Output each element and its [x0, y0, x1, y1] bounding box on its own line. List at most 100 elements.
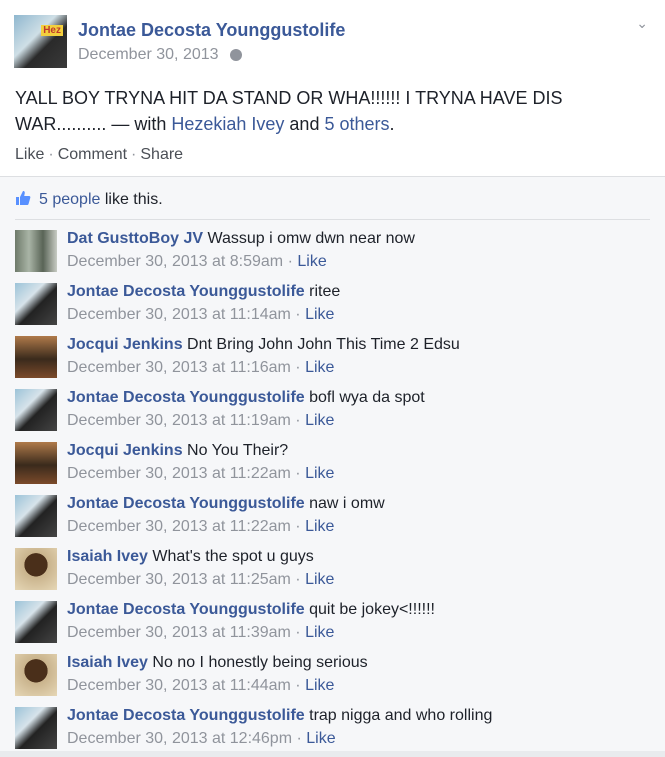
comment-text: ritee — [309, 283, 341, 300]
post-text-and: and — [284, 114, 325, 134]
commenter-name[interactable]: Isaiah Ivey — [67, 548, 148, 565]
comment-like-button[interactable]: Like — [305, 518, 334, 535]
tagged-user-link[interactable]: Hezekiah Ivey — [171, 114, 284, 134]
comment-line: Jontae Decosta Younggustolife bofl wya d… — [67, 389, 425, 407]
commenter-avatar[interactable] — [15, 601, 57, 643]
comment-like-button[interactable]: Like — [297, 253, 326, 270]
comment: Dat GusttoBoy JV Wassup i omw dwn near n… — [15, 230, 645, 280]
commenter-avatar[interactable] — [15, 654, 57, 696]
comment-like-button[interactable]: Like — [306, 730, 335, 747]
comment-text: No You Their? — [187, 442, 289, 459]
comment-text: Wassup i omw dwn near now — [207, 230, 415, 247]
comment-like-button[interactable]: Like — [305, 571, 334, 588]
commenter-avatar[interactable] — [15, 495, 57, 537]
comment: Isaiah Ivey What's the spot u guys Decem… — [15, 548, 645, 598]
comment-line: Jontae Decosta Younggustolife naw i omw — [67, 495, 385, 513]
comment-meta: December 30, 2013 at 11:14am · Like — [67, 306, 335, 323]
comment-text: bofl wya da spot — [309, 389, 425, 406]
comment: Jontae Decosta Younggustolife quit be jo… — [15, 601, 645, 651]
comment-meta: December 30, 2013 at 11:25am · Like — [67, 571, 335, 588]
action-separator: · — [48, 146, 54, 163]
like-button[interactable]: Like — [15, 146, 44, 163]
post-author-name[interactable]: Jontae Decosta Younggustolife — [78, 20, 345, 41]
comment-time[interactable]: December 30, 2013 at 11:14am — [67, 306, 291, 323]
thumbs-up-icon — [16, 191, 31, 205]
commenter-avatar[interactable] — [15, 442, 57, 484]
likes-suffix: like this. — [100, 191, 163, 208]
commenter-name[interactable]: Isaiah Ivey — [67, 654, 148, 671]
comment: Isaiah Ivey No no I honestly being serio… — [15, 654, 645, 704]
comment-meta: December 30, 2013 at 11:22am · Like — [67, 465, 335, 482]
comment-time[interactable]: December 30, 2013 at 11:19am — [67, 412, 291, 429]
commenter-name[interactable]: Jontae Decosta Younggustolife — [67, 389, 305, 406]
comment-meta: December 30, 2013 at 11:16am · Like — [67, 359, 335, 376]
comment-like-button[interactable]: Like — [305, 624, 334, 641]
comment: Jocqui Jenkins No You Their? December 30… — [15, 442, 645, 492]
comment-meta: December 30, 2013 at 12:46pm · Like — [67, 730, 336, 747]
commenter-name[interactable]: Dat GusttoBoy JV — [67, 230, 203, 247]
comment-like-button[interactable]: Like — [305, 412, 334, 429]
author-avatar[interactable]: Hez — [14, 15, 67, 68]
comment-line: Dat GusttoBoy JV Wassup i omw dwn near n… — [67, 230, 415, 248]
comment-time[interactable]: December 30, 2013 at 11:22am — [67, 518, 291, 535]
commenter-avatar[interactable] — [15, 548, 57, 590]
commenter-avatar[interactable] — [15, 336, 57, 378]
comment-like-button[interactable]: Like — [305, 465, 334, 482]
comment-button[interactable]: Comment — [58, 146, 127, 163]
comment-time[interactable]: December 30, 2013 at 11:22am — [67, 465, 291, 482]
commenter-avatar[interactable] — [15, 389, 57, 431]
share-button[interactable]: Share — [140, 146, 183, 163]
commenter-avatar[interactable] — [15, 230, 57, 272]
comment-like-button[interactable]: Like — [305, 359, 334, 376]
post-card: Hez Jontae Decosta Younggustolife Decemb… — [0, 0, 665, 751]
commenter-name[interactable]: Jontae Decosta Younggustolife — [67, 283, 305, 300]
commenter-name[interactable]: Jocqui Jenkins — [67, 336, 183, 353]
comment: Jontae Decosta Younggustolife naw i omw … — [15, 495, 645, 545]
comment-time[interactable]: December 30, 2013 at 8:59am — [67, 253, 283, 270]
post-text: YALL BOY TRYNA HIT DA STAND OR WHA!!!!!!… — [15, 85, 635, 137]
comment-text: naw i omw — [309, 495, 385, 512]
commenter-name[interactable]: Jontae Decosta Younggustolife — [67, 495, 305, 512]
comment-line: Isaiah Ivey No no I honestly being serio… — [67, 654, 368, 672]
comment-text: trap nigga and who rolling — [309, 707, 493, 724]
action-separator: · — [131, 146, 137, 163]
comment: Jontae Decosta Younggustolife bofl wya d… — [15, 389, 645, 439]
comment-meta: December 30, 2013 at 11:39am · Like — [67, 624, 335, 641]
commenter-name[interactable]: Jontae Decosta Younggustolife — [67, 707, 305, 724]
tagged-others-link[interactable]: 5 others — [324, 114, 389, 134]
comment-time[interactable]: December 30, 2013 at 11:16am — [67, 359, 291, 376]
comment-like-button[interactable]: Like — [305, 306, 334, 323]
comment-text: quit be jokey<!!!!!! — [309, 601, 435, 618]
comment-text: What's the spot u guys — [152, 548, 314, 565]
comment-time[interactable]: December 30, 2013 at 12:46pm — [67, 730, 292, 747]
comment-line: Jocqui Jenkins Dnt Bring John John This … — [67, 336, 460, 354]
comment-text: No no I honestly being serious — [152, 654, 368, 671]
commenter-name[interactable]: Jontae Decosta Younggustolife — [67, 601, 305, 618]
comment-meta: December 30, 2013 at 11:19am · Like — [67, 412, 335, 429]
comment-time[interactable]: December 30, 2013 at 11:39am — [67, 624, 291, 641]
comment-meta: December 30, 2013 at 11:44am · Like — [67, 677, 335, 694]
comment-line: Jontae Decosta Younggustolife trap nigga… — [67, 707, 492, 725]
likes-count-link[interactable]: 5 people — [39, 191, 100, 208]
globe-icon[interactable] — [230, 49, 242, 61]
comment-time[interactable]: December 30, 2013 at 11:25am — [67, 571, 291, 588]
likes-summary: 5 people like this. — [15, 190, 163, 209]
feedback-section: 5 people like this. Dat GusttoBoy JV Was… — [0, 176, 665, 751]
comment-line: Jontae Decosta Younggustolife ritee — [67, 283, 340, 301]
commenter-avatar[interactable] — [15, 283, 57, 325]
comment-meta: December 30, 2013 at 8:59am · Like — [67, 253, 327, 270]
comment-text: Dnt Bring John John This Time 2 Edsu — [187, 336, 460, 353]
post-text-end: . — [389, 114, 395, 134]
comment: Jocqui Jenkins Dnt Bring John John This … — [15, 336, 645, 386]
post-date[interactable]: December 30, 2013 — [78, 46, 219, 64]
comment-line: Jontae Decosta Younggustolife quit be jo… — [67, 601, 435, 619]
divider — [15, 219, 650, 220]
commenter-name[interactable]: Jocqui Jenkins — [67, 442, 183, 459]
post-actions: Like · Comment · Share — [15, 146, 183, 164]
commenter-avatar[interactable] — [15, 707, 57, 749]
chevron-down-icon[interactable]: ⌄ — [636, 15, 648, 32]
comment: Jontae Decosta Younggustolife ritee Dece… — [15, 283, 645, 333]
comment-like-button[interactable]: Like — [305, 677, 334, 694]
comment-meta: December 30, 2013 at 11:22am · Like — [67, 518, 335, 535]
comment-time[interactable]: December 30, 2013 at 11:44am — [67, 677, 291, 694]
